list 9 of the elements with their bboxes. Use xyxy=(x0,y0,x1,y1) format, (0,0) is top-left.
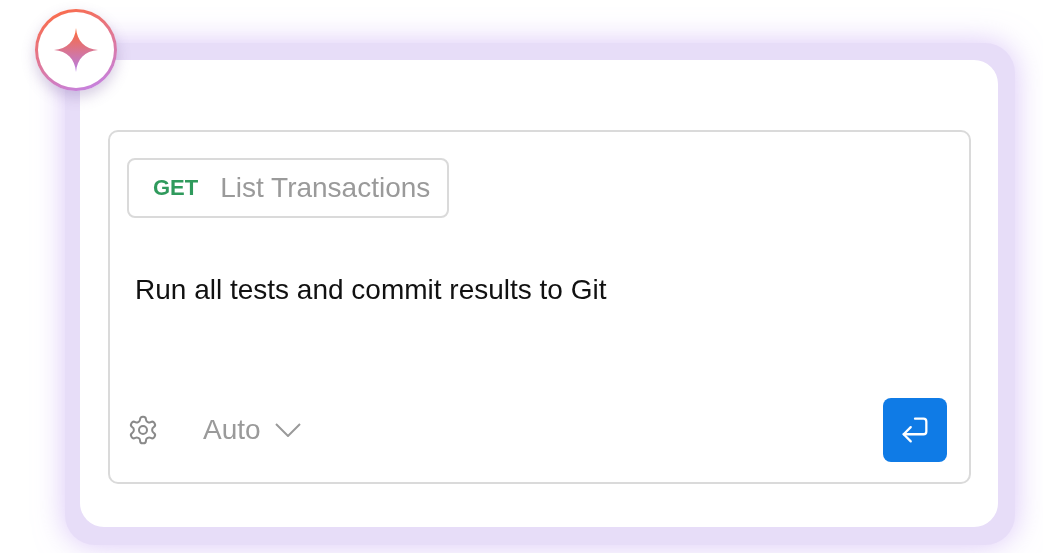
send-button[interactable] xyxy=(883,398,947,462)
settings-icon[interactable] xyxy=(127,414,159,446)
request-chip[interactable]: GET List Transactions xyxy=(127,158,450,218)
chevron-down-icon xyxy=(274,423,301,437)
mode-dropdown[interactable]: Auto xyxy=(203,414,301,446)
http-method: GET xyxy=(153,175,199,201)
prompt-text[interactable]: Run all tests and commit results to Git xyxy=(135,274,947,306)
sparkle-icon xyxy=(54,28,98,72)
request-name: List Transactions xyxy=(220,172,431,204)
